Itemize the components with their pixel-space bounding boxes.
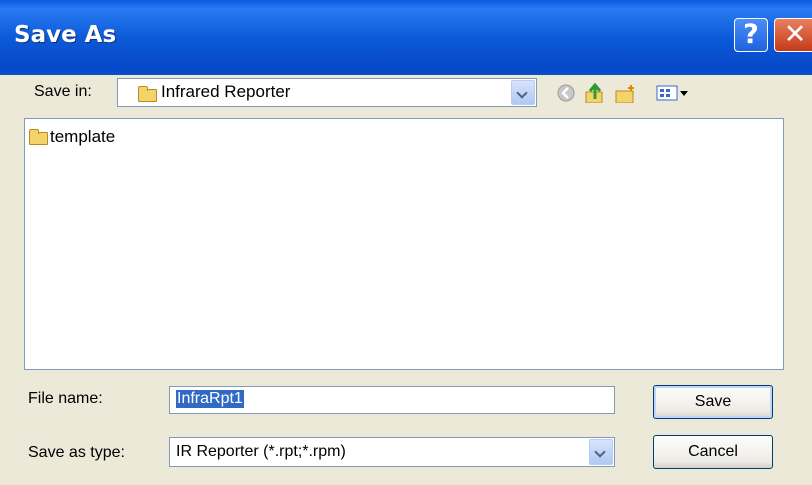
cancel-button[interactable]: Cancel	[653, 435, 773, 469]
save-as-dialog: Save As ? ✕ Save in: Infrared Reporter t…	[0, 0, 812, 485]
up-folder-icon[interactable]	[584, 83, 606, 103]
file-name-input[interactable]: InfraRpt1	[169, 386, 615, 414]
title-bar[interactable]: Save As ? ✕	[0, 0, 812, 75]
folder-icon	[29, 129, 48, 145]
help-button[interactable]: ?	[734, 18, 768, 52]
file-list[interactable]: template	[24, 118, 784, 370]
save-as-type-label: Save as type:	[28, 444, 125, 461]
file-name-value: InfraRpt1	[176, 390, 244, 408]
save-in-value: Infrared Reporter	[161, 82, 291, 101]
file-name-label: File name:	[28, 390, 103, 407]
chevron-down-icon[interactable]	[511, 80, 535, 105]
save-as-type-combo[interactable]: IR Reporter (*.rpt;*.rpm)	[169, 437, 615, 467]
chevron-down-icon[interactable]	[589, 439, 613, 465]
new-folder-icon[interactable]	[614, 83, 636, 103]
dialog-title: Save As	[14, 22, 117, 48]
view-menu-icon[interactable]	[656, 83, 692, 103]
folder-icon	[138, 86, 157, 102]
close-button[interactable]: ✕	[774, 18, 812, 52]
save-as-type-value: IR Reporter (*.rpt;*.rpm)	[176, 443, 346, 460]
save-in-label: Save in:	[34, 83, 92, 100]
list-item-label: template	[50, 127, 116, 146]
save-button[interactable]: Save	[653, 385, 773, 419]
save-in-combo[interactable]: Infrared Reporter	[117, 78, 537, 107]
back-icon[interactable]	[556, 83, 576, 103]
